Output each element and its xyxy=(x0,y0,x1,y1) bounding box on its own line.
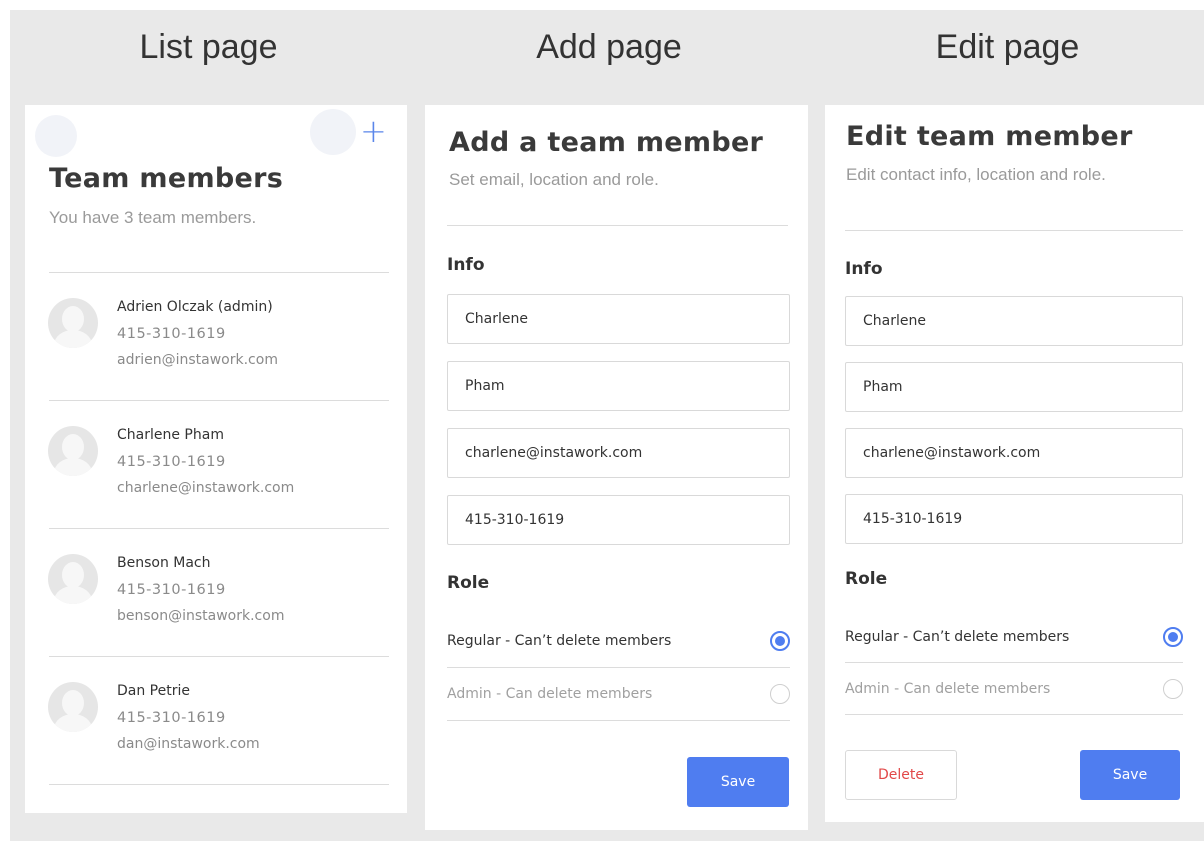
last-name-input[interactable] xyxy=(465,378,789,394)
page-subtitle: You have 3 team members. xyxy=(49,208,257,227)
phone-field[interactable] xyxy=(845,494,1183,544)
member-email: benson@instawork.com xyxy=(117,608,285,624)
add-page-column: Add page Add a team member Set email, lo… xyxy=(410,10,808,841)
edit-page-header: Edit page xyxy=(935,28,1080,66)
list-item[interactable]: Benson Mach 415-310-1619 benson@instawor… xyxy=(25,529,407,657)
decorative-blob xyxy=(310,109,356,155)
member-name: Adrien Olczak (admin) xyxy=(117,299,273,315)
divider xyxy=(845,714,1183,715)
add-page-header: Add page xyxy=(536,28,682,66)
page-subtitle: Set email, location and role. xyxy=(449,170,659,189)
member-email: adrien@instawork.com xyxy=(117,352,278,368)
role-label: Admin - Can delete members xyxy=(447,686,653,702)
info-section-label: Info xyxy=(447,255,485,275)
member-email: dan@instawork.com xyxy=(117,736,260,752)
first-name-input[interactable] xyxy=(465,311,789,327)
role-label: Regular - Can’t delete members xyxy=(447,633,672,649)
member-phone: 415-310-1619 xyxy=(117,326,226,342)
phone-input[interactable] xyxy=(863,511,1182,527)
avatar xyxy=(48,554,98,604)
list-item[interactable]: Adrien Olczak (admin) 415-310-1619 adrie… xyxy=(25,273,407,401)
radio-unchecked-icon[interactable] xyxy=(770,684,790,704)
radio-checked-icon[interactable] xyxy=(1163,627,1183,647)
divider xyxy=(49,784,389,785)
role-label: Regular - Can’t delete members xyxy=(845,629,1070,645)
role-option-regular[interactable]: Regular - Can’t delete members xyxy=(845,611,1183,663)
phone-input[interactable] xyxy=(465,512,789,528)
page-subtitle: Edit contact info, location and role. xyxy=(846,165,1106,184)
divider xyxy=(845,230,1183,231)
last-name-input[interactable] xyxy=(863,379,1182,395)
member-email: charlene@instawork.com xyxy=(117,480,295,496)
first-name-field[interactable] xyxy=(845,296,1183,346)
avatar xyxy=(48,682,98,732)
first-name-input[interactable] xyxy=(863,313,1182,329)
info-section-label: Info xyxy=(845,259,883,279)
divider xyxy=(447,225,788,226)
member-phone: 415-310-1619 xyxy=(117,710,226,726)
email-input[interactable] xyxy=(863,445,1182,461)
role-option-admin[interactable]: Admin - Can delete members xyxy=(447,668,790,720)
radio-unchecked-icon[interactable] xyxy=(1163,679,1183,699)
avatar xyxy=(48,426,98,476)
email-field[interactable] xyxy=(845,428,1183,478)
email-field[interactable] xyxy=(447,428,790,478)
member-name: Dan Petrie xyxy=(117,683,190,699)
member-phone: 415-310-1619 xyxy=(117,454,226,470)
list-page-header: List page xyxy=(139,28,278,66)
list-page-screen: + Team members You have 3 team members. … xyxy=(25,105,407,813)
role-option-admin[interactable]: Admin - Can delete members xyxy=(845,663,1183,715)
last-name-field[interactable] xyxy=(447,361,790,411)
edit-page-column: Edit page Edit team member Edit contact … xyxy=(811,10,1204,841)
save-button[interactable]: Save xyxy=(1080,750,1180,800)
save-button[interactable]: Save xyxy=(687,757,789,807)
add-page-screen: Add a team member Set email, location an… xyxy=(425,105,808,830)
first-name-field[interactable] xyxy=(447,294,790,344)
decorative-blob xyxy=(35,115,77,157)
role-option-regular[interactable]: Regular - Can’t delete members xyxy=(447,615,790,667)
member-phone: 415-310-1619 xyxy=(117,582,226,598)
phone-field[interactable] xyxy=(447,495,790,545)
role-label: Admin - Can delete members xyxy=(845,681,1051,697)
email-input[interactable] xyxy=(465,445,789,461)
list-page-column: List page + Team members You have 3 team… xyxy=(10,10,407,841)
plus-icon[interactable]: + xyxy=(360,115,387,147)
member-name: Charlene Pham xyxy=(117,427,224,443)
role-section-label: Role xyxy=(845,569,888,589)
role-section-label: Role xyxy=(447,573,490,593)
radio-checked-icon[interactable] xyxy=(770,631,790,651)
list-item[interactable]: Dan Petrie 415-310-1619 dan@instawork.co… xyxy=(25,657,407,785)
last-name-field[interactable] xyxy=(845,362,1183,412)
divider xyxy=(447,720,790,721)
page-title: Add a team member xyxy=(449,127,764,158)
member-name: Benson Mach xyxy=(117,555,211,571)
list-item[interactable]: Charlene Pham 415-310-1619 charlene@inst… xyxy=(25,401,407,529)
edit-page-screen: Edit team member Edit contact info, loca… xyxy=(825,105,1204,822)
delete-button[interactable]: Delete xyxy=(845,750,957,800)
page-title: Edit team member xyxy=(846,121,1133,152)
avatar xyxy=(48,298,98,348)
page-title: Team members xyxy=(49,163,284,194)
